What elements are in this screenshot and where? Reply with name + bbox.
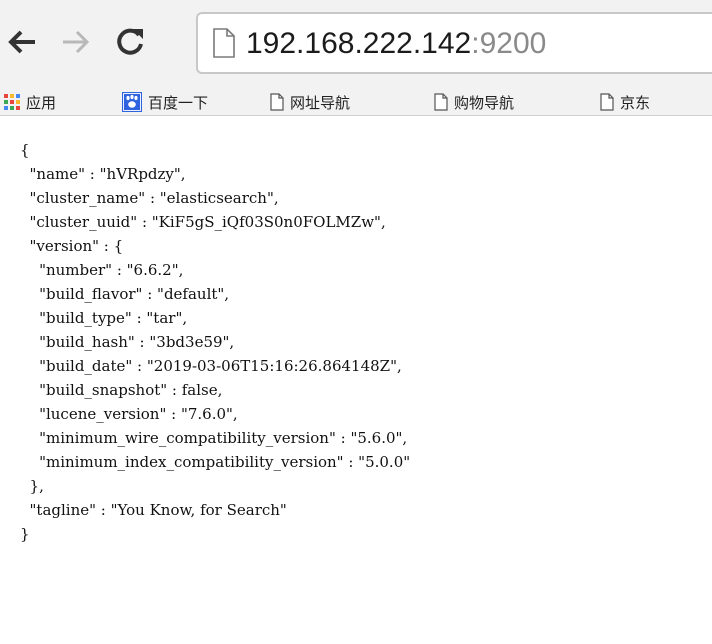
arrow-left-icon [8, 30, 35, 54]
json-line: } [20, 525, 30, 543]
json-line: "minimum_index_compatibility_version" : … [20, 453, 411, 471]
json-line: "build_snapshot" : false, [20, 381, 223, 399]
json-line: "build_flavor" : "default", [20, 285, 230, 303]
json-line: "build_hash" : "3bd3e59", [20, 333, 235, 351]
bookmark-url-nav[interactable]: 网址导航 [270, 91, 350, 113]
json-line: "minimum_wire_compatibility_version" : "… [20, 429, 408, 447]
json-line: "build_type" : "tar", [20, 309, 188, 327]
json-line: "tagline" : "You Know, for Search" [20, 501, 287, 519]
reload-icon [117, 28, 143, 55]
url-text[interactable]: 192.168.222.142:9200 [246, 26, 546, 62]
bookmark-shopping-nav[interactable]: 购物导航 [434, 91, 514, 113]
bookmark-shopping-nav-label: 购物导航 [454, 94, 515, 112]
json-line: "cluster_uuid" : "KiF5gS_iQf03S0n0FOLMZw… [20, 213, 386, 231]
back-button[interactable] [4, 22, 40, 62]
reload-button[interactable] [112, 22, 148, 62]
json-line: "lucene_version" : "7.6.0", [20, 405, 238, 423]
bookmark-baidu[interactable]: 百度一下 [122, 91, 208, 113]
page-icon [600, 93, 614, 111]
json-line: "number" : "6.6.2", [20, 261, 184, 279]
bookmark-url-nav-label: 网址导航 [290, 94, 351, 112]
json-line: "name" : "hVRpdzy", [20, 165, 186, 183]
bookmark-jd-label: 京东 [620, 94, 651, 112]
bookmark-jd[interactable]: 京东 [600, 91, 650, 113]
baidu-paw-icon [122, 92, 142, 112]
page-icon [213, 28, 235, 58]
json-line: "cluster_name" : "elasticsearch", [20, 189, 279, 207]
url-host: 192.168.222.142 [246, 27, 472, 60]
json-line: { [20, 141, 30, 159]
url-port: :9200 [471, 27, 547, 60]
arrow-right-icon [63, 30, 90, 54]
bookmark-baidu-label: 百度一下 [148, 94, 209, 112]
page-icon [434, 93, 448, 111]
json-line: "build_date" : "2019-03-06T15:16:26.8641… [20, 357, 402, 375]
bookmarks-bar: 应用 百度一下 网址导航 购物导航 京东 [0, 88, 712, 116]
bookmark-apps[interactable]: 应用 [4, 91, 56, 113]
bookmark-apps-label: 应用 [26, 94, 57, 112]
address-bar[interactable]: 192.168.222.142:9200 [196, 12, 712, 74]
json-line: }, [20, 477, 44, 495]
json-line: "version" : { [20, 237, 124, 255]
json-response: { "name" : "hVRpdzy", "cluster_name" : "… [20, 138, 710, 546]
apps-grid-icon [4, 94, 20, 110]
browser-toolbar: 192.168.222.142:9200 [0, 0, 712, 88]
page-icon [270, 93, 284, 111]
forward-button[interactable] [58, 22, 94, 62]
